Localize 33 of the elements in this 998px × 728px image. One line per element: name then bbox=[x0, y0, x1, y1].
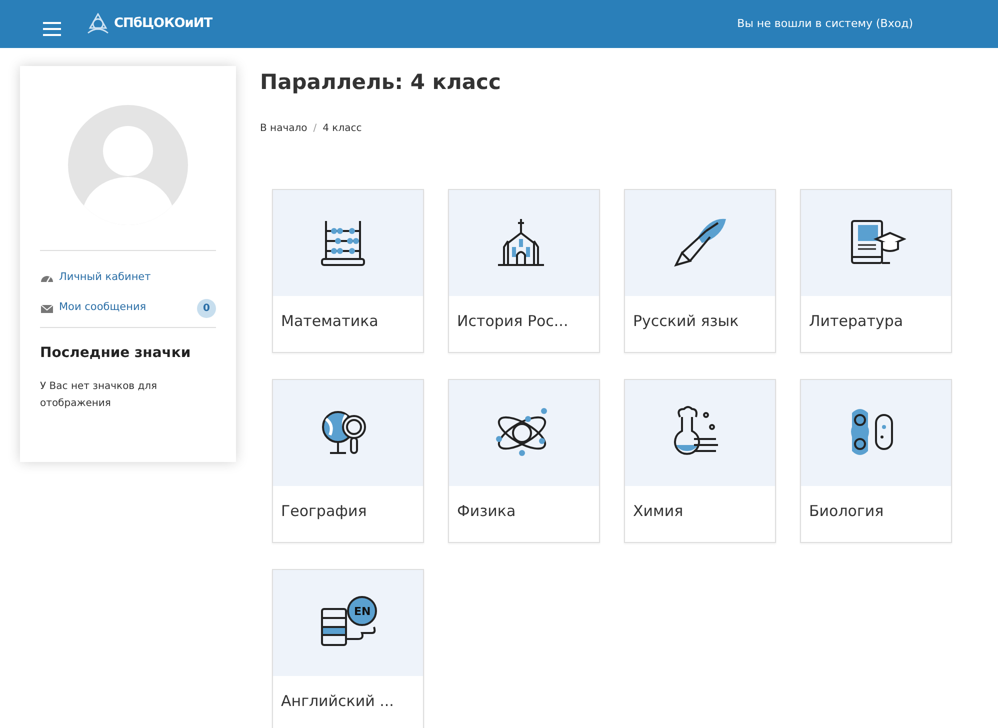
breadcrumb-separator: / bbox=[313, 122, 317, 136]
page-title: Параллель: 4 класс bbox=[260, 70, 502, 96]
course-tile[interactable]: EN Английский ... bbox=[272, 569, 424, 728]
avatar-icon bbox=[68, 105, 188, 225]
course-name: Английский ... bbox=[280, 691, 395, 712]
sidebar-link[interactable]: Личный кабинет bbox=[59, 270, 151, 286]
site-brand[interactable]: СПбЦОКОиИТ bbox=[114, 14, 212, 34]
course-name: Русский язык bbox=[632, 311, 740, 332]
empty-message: У Вас нет значков для отображения bbox=[40, 380, 158, 411]
course-name: Биология bbox=[808, 501, 885, 522]
course-name: Физика bbox=[456, 501, 517, 522]
sidebar-link[interactable]: Мои сообщения bbox=[59, 300, 146, 316]
count-badge: 0 bbox=[197, 298, 216, 318]
login-status-link[interactable]: Вы не вошли в систему (Вход) bbox=[737, 16, 913, 32]
course-tile[interactable]: Русский язык bbox=[624, 189, 776, 354]
course-tile[interactable]: Химия bbox=[624, 379, 776, 544]
course-name: Химия bbox=[632, 501, 684, 522]
breadcrumb-link[interactable]: В начало bbox=[260, 121, 308, 136]
course-name: Математика bbox=[280, 311, 380, 332]
course-tile[interactable]: Биология bbox=[800, 379, 952, 544]
icon-label: EN bbox=[354, 604, 371, 620]
course-tile[interactable]: Физика bbox=[448, 379, 600, 544]
course-name: География bbox=[280, 501, 368, 522]
course-name: Литература bbox=[808, 311, 904, 332]
course-tile[interactable]: История Рос... bbox=[448, 189, 600, 354]
course-tile[interactable]: Литература bbox=[800, 189, 952, 354]
course-name: История Рос... bbox=[456, 311, 570, 332]
course-tile[interactable]: Математика bbox=[272, 189, 424, 354]
menu-icon bbox=[43, 22, 61, 36]
section-heading: Последние значки bbox=[40, 344, 192, 363]
breadcrumb-link[interactable]: 4 класс bbox=[322, 121, 362, 136]
logo-icon bbox=[86, 13, 110, 35]
course-tile[interactable]: География bbox=[272, 379, 424, 544]
